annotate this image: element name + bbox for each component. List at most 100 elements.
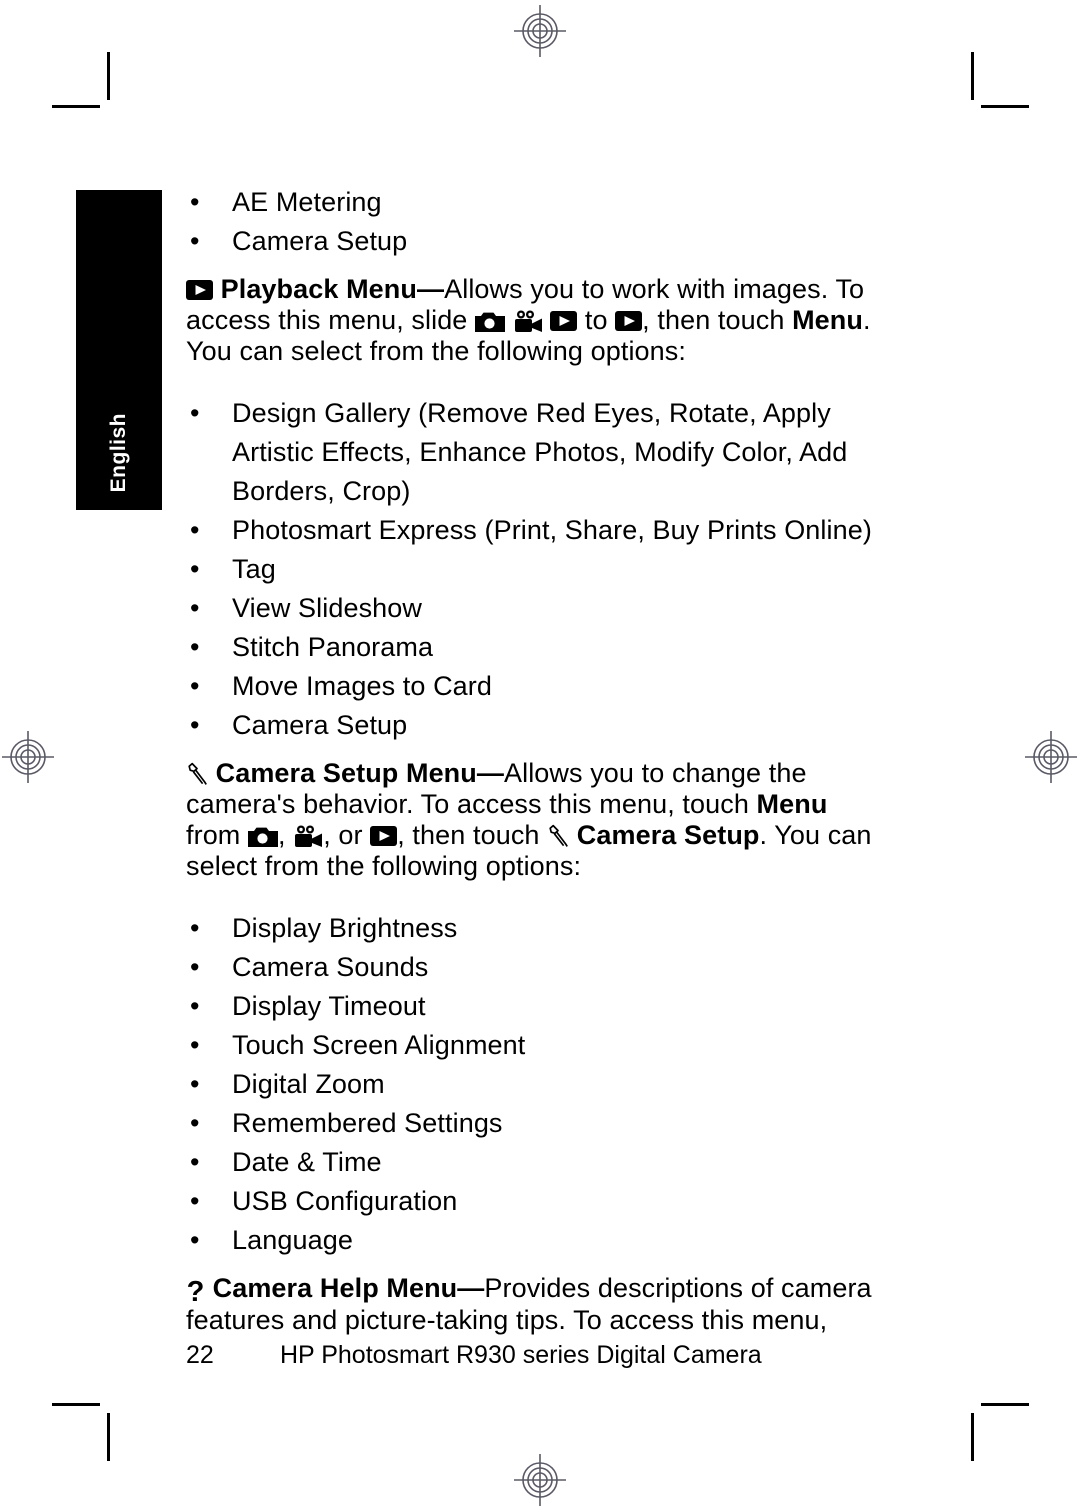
crop-mark-top-left-vertical (107, 52, 110, 100)
crop-mark-bottom-right-vertical (971, 1413, 974, 1461)
bullet-glyph: • (190, 398, 200, 428)
video-camera-icon (513, 310, 543, 333)
crop-mark-top-left-horizontal (52, 105, 100, 108)
list-item-label: Move Images to Card (232, 671, 493, 701)
bullet-glyph: • (190, 593, 200, 623)
list-item: • Design Gallery (Remove Red Eyes, Rotat… (186, 394, 886, 511)
list-item-label: Tag (232, 554, 276, 584)
camera-setup-options-list: • Display Brightness • Camera Sounds • D… (186, 909, 886, 1260)
playback-menu-bold-word: Menu (792, 305, 863, 335)
bullet-glyph: • (190, 710, 200, 740)
bullet-glyph: • (190, 1186, 200, 1216)
camera-setup-menu-title: Camera Setup Menu (215, 758, 477, 788)
camera-icon (475, 311, 506, 332)
bullet-glyph: • (190, 1147, 200, 1177)
list-item: • Remembered Settings (186, 1104, 886, 1143)
playback-menu-mid-text: to (577, 305, 616, 335)
video-camera-icon (293, 825, 323, 848)
bullet-glyph: • (190, 913, 200, 943)
list-item-label: Camera Setup (232, 226, 408, 256)
registration-mark-bottom (512, 1452, 568, 1508)
wrench-icon (186, 762, 208, 786)
camera-setup-bold-target: Camera Setup (576, 820, 760, 850)
page-content: • AE Metering • Camera Setup Playback Me… (186, 183, 886, 1363)
list-item: • Date & Time (186, 1143, 886, 1182)
list-item: • Touch Screen Alignment (186, 1026, 886, 1065)
playback-menu-desc-2: , then touch (642, 305, 793, 335)
camera-icon (248, 826, 279, 847)
list-item: • Stitch Panorama (186, 628, 886, 667)
list-item-label: Digital Zoom (232, 1069, 385, 1099)
bullet-glyph: • (190, 1108, 200, 1138)
list-item: • Display Timeout (186, 987, 886, 1026)
question-mark-icon: ? (186, 1276, 205, 1308)
bullet-glyph: • (190, 554, 200, 584)
list-item-label: USB Configuration (232, 1186, 458, 1216)
bullet-glyph: • (190, 515, 200, 545)
page-footer: 22 HP Photosmart R930 series Digital Came… (186, 1339, 946, 1371)
list-item: • AE Metering (186, 183, 886, 222)
list-item-label: Display Timeout (232, 991, 426, 1021)
list-item-label: Stitch Panorama (232, 632, 434, 662)
list-item-label: Photosmart Express (Print, Share, Buy Pr… (232, 515, 872, 545)
bullet-glyph: • (190, 991, 200, 1021)
crop-mark-bottom-left-horizontal (52, 1403, 100, 1406)
play-icon (615, 311, 643, 331)
playback-options-list: • Design Gallery (Remove Red Eyes, Rotat… (186, 394, 886, 745)
playback-menu-paragraph: Playback Menu—Allows you to work with im… (186, 274, 886, 367)
list-item-label: Camera Setup (232, 710, 408, 740)
manual-page: English • AE Metering • Camera Setup Pla… (0, 0, 1080, 1512)
list-item-label: Date & Time (232, 1147, 382, 1177)
top-continuation-list: • AE Metering • Camera Setup (186, 183, 886, 261)
list-item: • Photosmart Express (Print, Share, Buy … (186, 511, 886, 550)
bullet-glyph: • (190, 226, 200, 256)
list-item-label: Design Gallery (Remove Red Eyes, Rotate,… (232, 398, 848, 506)
page-number: 22 (186, 1341, 214, 1369)
bullet-glyph: • (190, 1225, 200, 1255)
playback-menu-dash: — (417, 274, 445, 304)
list-item: • Digital Zoom (186, 1065, 886, 1104)
list-item: • Display Brightness (186, 909, 886, 948)
crop-mark-top-right-vertical (971, 52, 974, 100)
crop-mark-top-right-horizontal (981, 105, 1029, 108)
camera-help-menu-title: Camera Help Menu (212, 1273, 458, 1303)
registration-mark-left (0, 729, 56, 785)
playback-menu-title: Playback Menu (220, 274, 417, 304)
bullet-glyph: • (190, 952, 200, 982)
camera-setup-desc-2: from (186, 820, 249, 850)
footer-title: HP Photosmart R930 series Digital Camera (280, 1341, 762, 1369)
list-item: • Language (186, 1221, 886, 1260)
list-item-label: Camera Sounds (232, 952, 429, 982)
wrench-icon (547, 824, 569, 848)
list-item-label: Remembered Settings (232, 1108, 503, 1138)
list-item: • View Slideshow (186, 589, 886, 628)
list-item: • Camera Sounds (186, 948, 886, 987)
crop-mark-bottom-left-vertical (107, 1413, 110, 1461)
camera-setup-sep-2: , or (323, 820, 371, 850)
language-tab-label: English (107, 412, 130, 492)
list-item: • Move Images to Card (186, 667, 886, 706)
bullet-glyph: • (190, 671, 200, 701)
play-icon (186, 280, 213, 300)
play-icon (370, 826, 398, 846)
bullet-glyph: • (190, 187, 200, 217)
list-item: • USB Configuration (186, 1182, 886, 1221)
camera-setup-bold-menu: Menu (756, 789, 828, 819)
crop-mark-bottom-right-horizontal (981, 1403, 1029, 1406)
camera-help-menu-dash: — (457, 1273, 485, 1303)
list-item-label: Display Brightness (232, 913, 458, 943)
play-icon (550, 311, 578, 331)
bullet-glyph: • (190, 632, 200, 662)
registration-mark-top (512, 3, 568, 59)
camera-setup-desc-3: , then touch (397, 820, 548, 850)
language-thumb-tab: English (76, 190, 162, 510)
bullet-glyph: • (190, 1069, 200, 1099)
list-item-label: Language (232, 1225, 353, 1255)
bullet-glyph: • (190, 1030, 200, 1060)
camera-setup-sep-1: , (278, 820, 294, 850)
list-item: • Camera Setup (186, 706, 886, 745)
list-item: • Tag (186, 550, 886, 589)
camera-setup-menu-dash: — (476, 758, 504, 788)
camera-help-menu-paragraph: ? Camera Help Menu—Provides descriptions… (186, 1273, 886, 1336)
list-item-label: View Slideshow (232, 593, 423, 623)
